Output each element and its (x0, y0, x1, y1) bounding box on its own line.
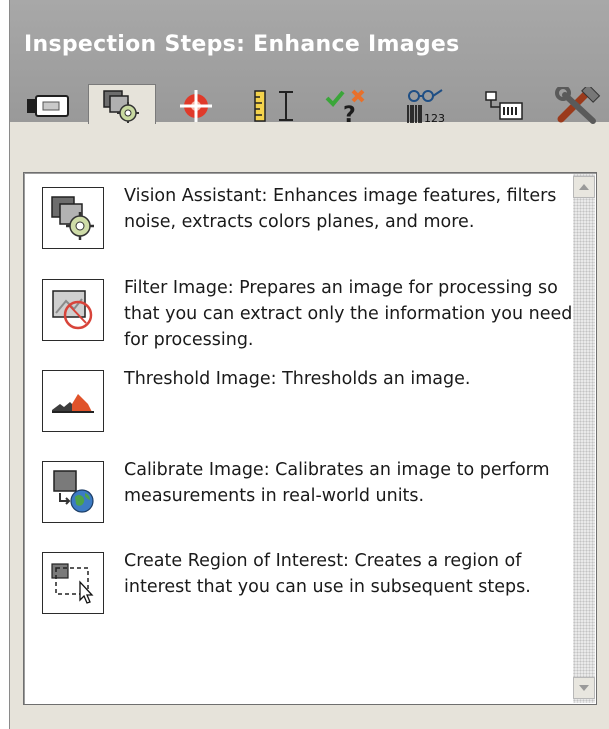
tab-measure-features[interactable] (242, 88, 306, 124)
vertical-scrollbar[interactable] (573, 174, 595, 703)
vision-assistant-gear-icon (103, 89, 139, 123)
ruler-caliper-icon (254, 90, 293, 122)
panel-title: Inspection Steps: Enhance Images (24, 32, 460, 57)
calibrate-image-icon (42, 461, 104, 523)
scroll-down-button[interactable] (573, 677, 595, 699)
glasses-barcode-icon: 123 (407, 89, 445, 125)
inspection-steps-panel: Inspection Steps: Enhance Images ? 123 V… (9, 0, 609, 729)
tab-enhance-images[interactable] (88, 84, 156, 126)
step-description: Create Region of Interest: Creates a reg… (124, 551, 531, 597)
arrow-up-icon (579, 184, 589, 190)
step-description: Calibrate Image: Calibrates an image to … (124, 460, 550, 506)
tab-locate-features[interactable] (164, 88, 228, 124)
arrow-down-icon (579, 685, 589, 691)
io-module-icon (485, 91, 523, 120)
step-description: Threshold Image: Thresholds an image. (124, 369, 471, 389)
filter-image-icon (42, 279, 104, 341)
tab-tools[interactable] (548, 87, 609, 124)
region-of-interest-icon (42, 552, 104, 614)
threshold-image-icon (42, 370, 104, 432)
title-bar: Inspection Steps: Enhance Images ? 123 (10, 0, 609, 126)
step-list[interactable]: Vision Assistant: Enhances image feature… (23, 172, 597, 705)
step-description: Filter Image: Prepares an image for proc… (124, 278, 573, 350)
tab-check-for-presence[interactable]: ? (314, 88, 378, 124)
tab-identify-parts[interactable]: 123 (394, 88, 458, 125)
crosshair-target-icon (180, 90, 212, 122)
tools-icon (555, 87, 601, 124)
tab-communicate[interactable] (468, 88, 532, 124)
step-description: Vision Assistant: Enhances image feature… (124, 186, 557, 232)
vision-assistant-icon (42, 187, 104, 249)
content-area: Vision Assistant: Enhances image feature… (10, 124, 609, 729)
check-cross-question-icon: ? (325, 89, 365, 124)
camera-icon (27, 95, 69, 117)
tab-acquire-images[interactable] (16, 88, 80, 124)
svg-text:?: ? (343, 103, 356, 124)
scroll-up-button[interactable] (573, 176, 595, 198)
